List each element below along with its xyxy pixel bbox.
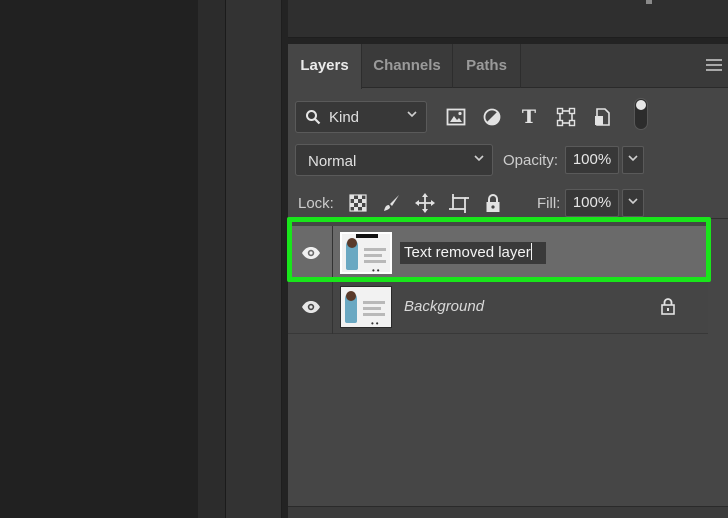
visibility-eye-icon[interactable] bbox=[300, 242, 322, 264]
kind-filter-select[interactable]: Kind bbox=[295, 101, 427, 133]
opacity-input[interactable]: 100% bbox=[565, 146, 619, 174]
canvas-area bbox=[0, 0, 198, 518]
adjustment-filter-icon[interactable] bbox=[479, 104, 505, 130]
blend-mode-label: Normal bbox=[308, 153, 357, 170]
lock-transparency-icon[interactable] bbox=[347, 192, 369, 214]
opacity-dropdown-button[interactable] bbox=[622, 146, 644, 174]
upper-panel bbox=[288, 0, 728, 38]
kind-filter-label: Kind bbox=[329, 109, 360, 126]
shape-filter-icon[interactable] bbox=[553, 104, 579, 130]
lock-image-pixels-icon[interactable] bbox=[380, 192, 402, 214]
fill-label: Fill: bbox=[537, 195, 561, 212]
lock-label: Lock: bbox=[298, 195, 334, 212]
tab-layers[interactable]: Layers bbox=[288, 44, 362, 89]
row-divider bbox=[332, 280, 333, 334]
layer-thumbnail: •• bbox=[340, 286, 392, 328]
image-filter-icon[interactable] bbox=[443, 104, 469, 130]
visibility-eye-icon[interactable] bbox=[300, 296, 322, 318]
layer-thumbnail: •• bbox=[340, 232, 392, 274]
tool-strip bbox=[198, 0, 226, 518]
layer-row-text-removed[interactable]: •• Text removed layer bbox=[288, 226, 708, 280]
filter-toggle[interactable] bbox=[634, 98, 648, 130]
layers-panel: Layers Channels Paths Kind T Normal Opac… bbox=[288, 44, 728, 518]
lock-artboard-icon[interactable] bbox=[448, 192, 470, 214]
panel-dock-strip bbox=[226, 0, 282, 518]
panel-tabs: Layers Channels Paths bbox=[288, 44, 728, 89]
chevron-down-icon bbox=[406, 108, 418, 123]
lock-icon bbox=[658, 296, 678, 316]
opacity-label: Opacity: bbox=[503, 152, 559, 169]
smart-object-filter-icon[interactable] bbox=[590, 104, 616, 130]
fill-input[interactable]: 100% bbox=[565, 189, 619, 217]
upper-panel-mark bbox=[646, 0, 652, 4]
panel-menu-icon[interactable] bbox=[706, 59, 722, 73]
panel-footer bbox=[288, 506, 728, 518]
chevron-down-icon bbox=[473, 152, 485, 167]
tab-paths[interactable]: Paths bbox=[453, 44, 521, 88]
layer-name-input[interactable]: Text removed layer bbox=[400, 242, 546, 264]
lock-all-icon[interactable] bbox=[482, 192, 504, 214]
blend-row: Normal Opacity: 100% bbox=[295, 144, 715, 176]
fill-dropdown-button[interactable] bbox=[622, 189, 644, 217]
lock-row: Lock: Fill: 100% bbox=[288, 187, 728, 219]
layer-name[interactable]: Background bbox=[404, 298, 484, 315]
text-caret bbox=[530, 243, 532, 260]
tab-channels[interactable]: Channels bbox=[362, 44, 453, 88]
type-filter-icon[interactable]: T bbox=[516, 104, 542, 130]
row-divider bbox=[332, 226, 333, 280]
lock-position-icon[interactable] bbox=[414, 192, 436, 214]
layer-row-background[interactable]: •• Background bbox=[288, 280, 708, 334]
blend-mode-select[interactable]: Normal bbox=[295, 144, 493, 176]
search-icon bbox=[305, 109, 321, 130]
